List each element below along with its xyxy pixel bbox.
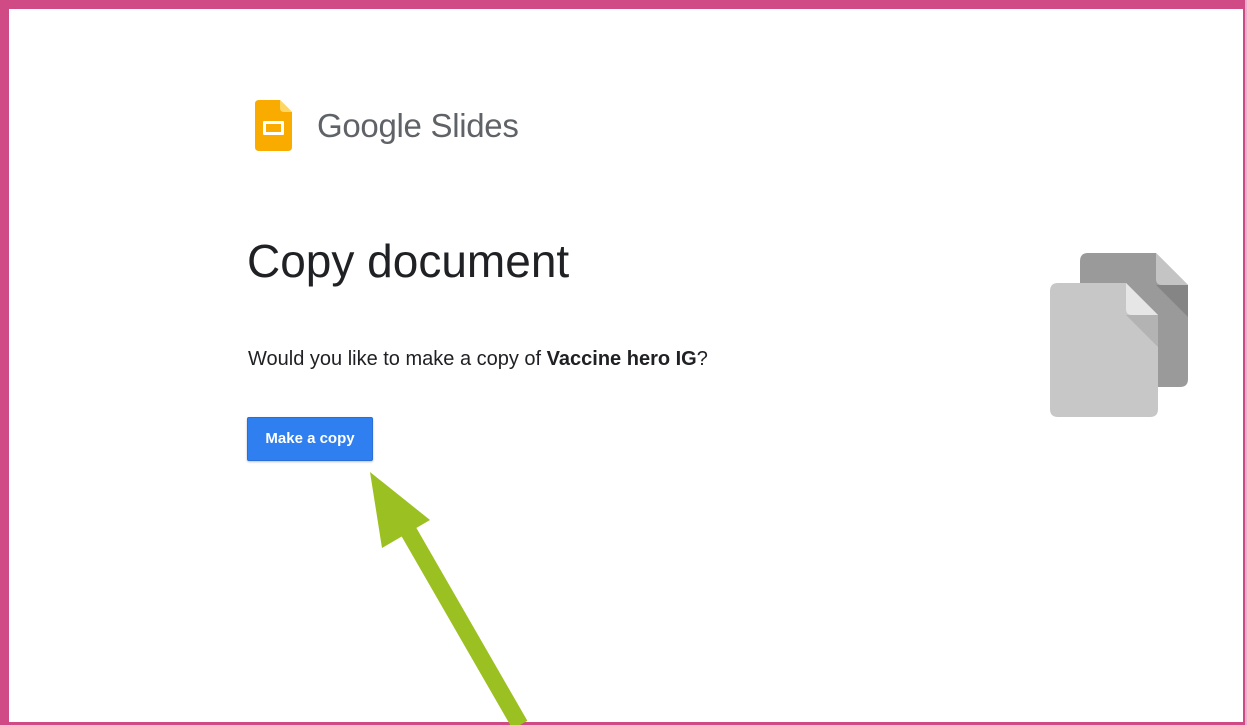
prompt-prefix: Would you like to make a copy of [248,348,547,370]
brand-name: Google Slides [317,106,519,144]
google-slides-logo-icon [255,100,292,151]
copy-prompt: Would you like to make a copy of Vaccine… [248,348,708,371]
page-title: Copy document [247,235,570,287]
pointer-arrow [370,472,528,725]
copy-documents-illustration [1050,253,1188,417]
prompt-suffix: ? [696,348,708,370]
document-name: Vaccine hero IG [546,348,697,370]
google-slides-logo: Google Slides [255,100,519,151]
make-a-copy-button[interactable]: Make a copy [247,417,373,461]
